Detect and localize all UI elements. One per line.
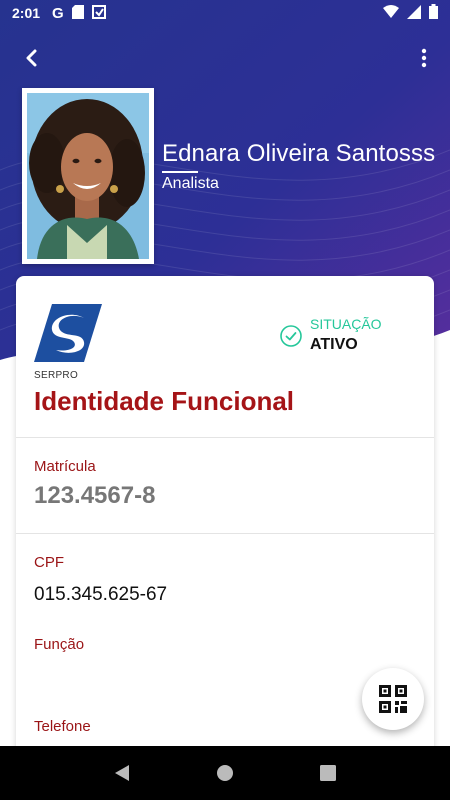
situacao-label: SITUAÇÃO [310,316,382,332]
profile-photo [27,93,149,259]
nav-back-button[interactable] [107,758,137,788]
sd-card-icon [71,4,84,22]
system-nav-bar [0,746,450,800]
status-time: 2:01 [12,5,41,21]
google-icon: G [52,4,64,22]
divider [16,533,434,534]
cast-icon [91,4,106,22]
situacao-block: SITUAÇÃO ATIVO [280,315,382,357]
name-underline [162,171,198,173]
qr-code-button[interactable] [362,668,424,730]
matricula-value: 123.4567-8 [34,482,156,509]
serpro-logo-text: SERPRO [34,370,79,381]
cpf-label: CPF [34,554,64,571]
square-recents-icon [320,765,337,781]
nav-recents-button[interactable] [313,758,343,788]
status-bar: 2:01 G [0,0,450,26]
triangle-back-icon [114,765,129,781]
divider [16,437,434,438]
profile-role: Analista [162,175,219,192]
serpro-logo [34,304,102,362]
battery-icon [429,4,438,22]
profile-name: Ednara Oliveira Santosss [162,140,436,167]
profile-photo-frame [22,88,154,264]
wifi-icon [383,5,399,21]
qr-code-icon [379,685,407,713]
signal-icon [407,4,421,22]
more-options-button[interactable] [412,44,436,72]
funcao-label: Função [34,636,85,653]
nav-home-button[interactable] [210,758,240,788]
app-bar [0,40,450,76]
arrow-back-icon [26,49,37,67]
check-circle-icon [280,325,302,347]
situacao-value: ATIVO [310,336,358,353]
matricula-label: Matrícula [34,458,96,475]
telefone-label: Telefone [34,718,91,735]
back-button[interactable] [18,44,46,72]
circle-home-icon [216,765,233,781]
card-title: Identidade Funcional [34,386,295,416]
more-vert-icon [421,48,427,68]
cpf-value: 015.345.625-67 [34,584,168,605]
